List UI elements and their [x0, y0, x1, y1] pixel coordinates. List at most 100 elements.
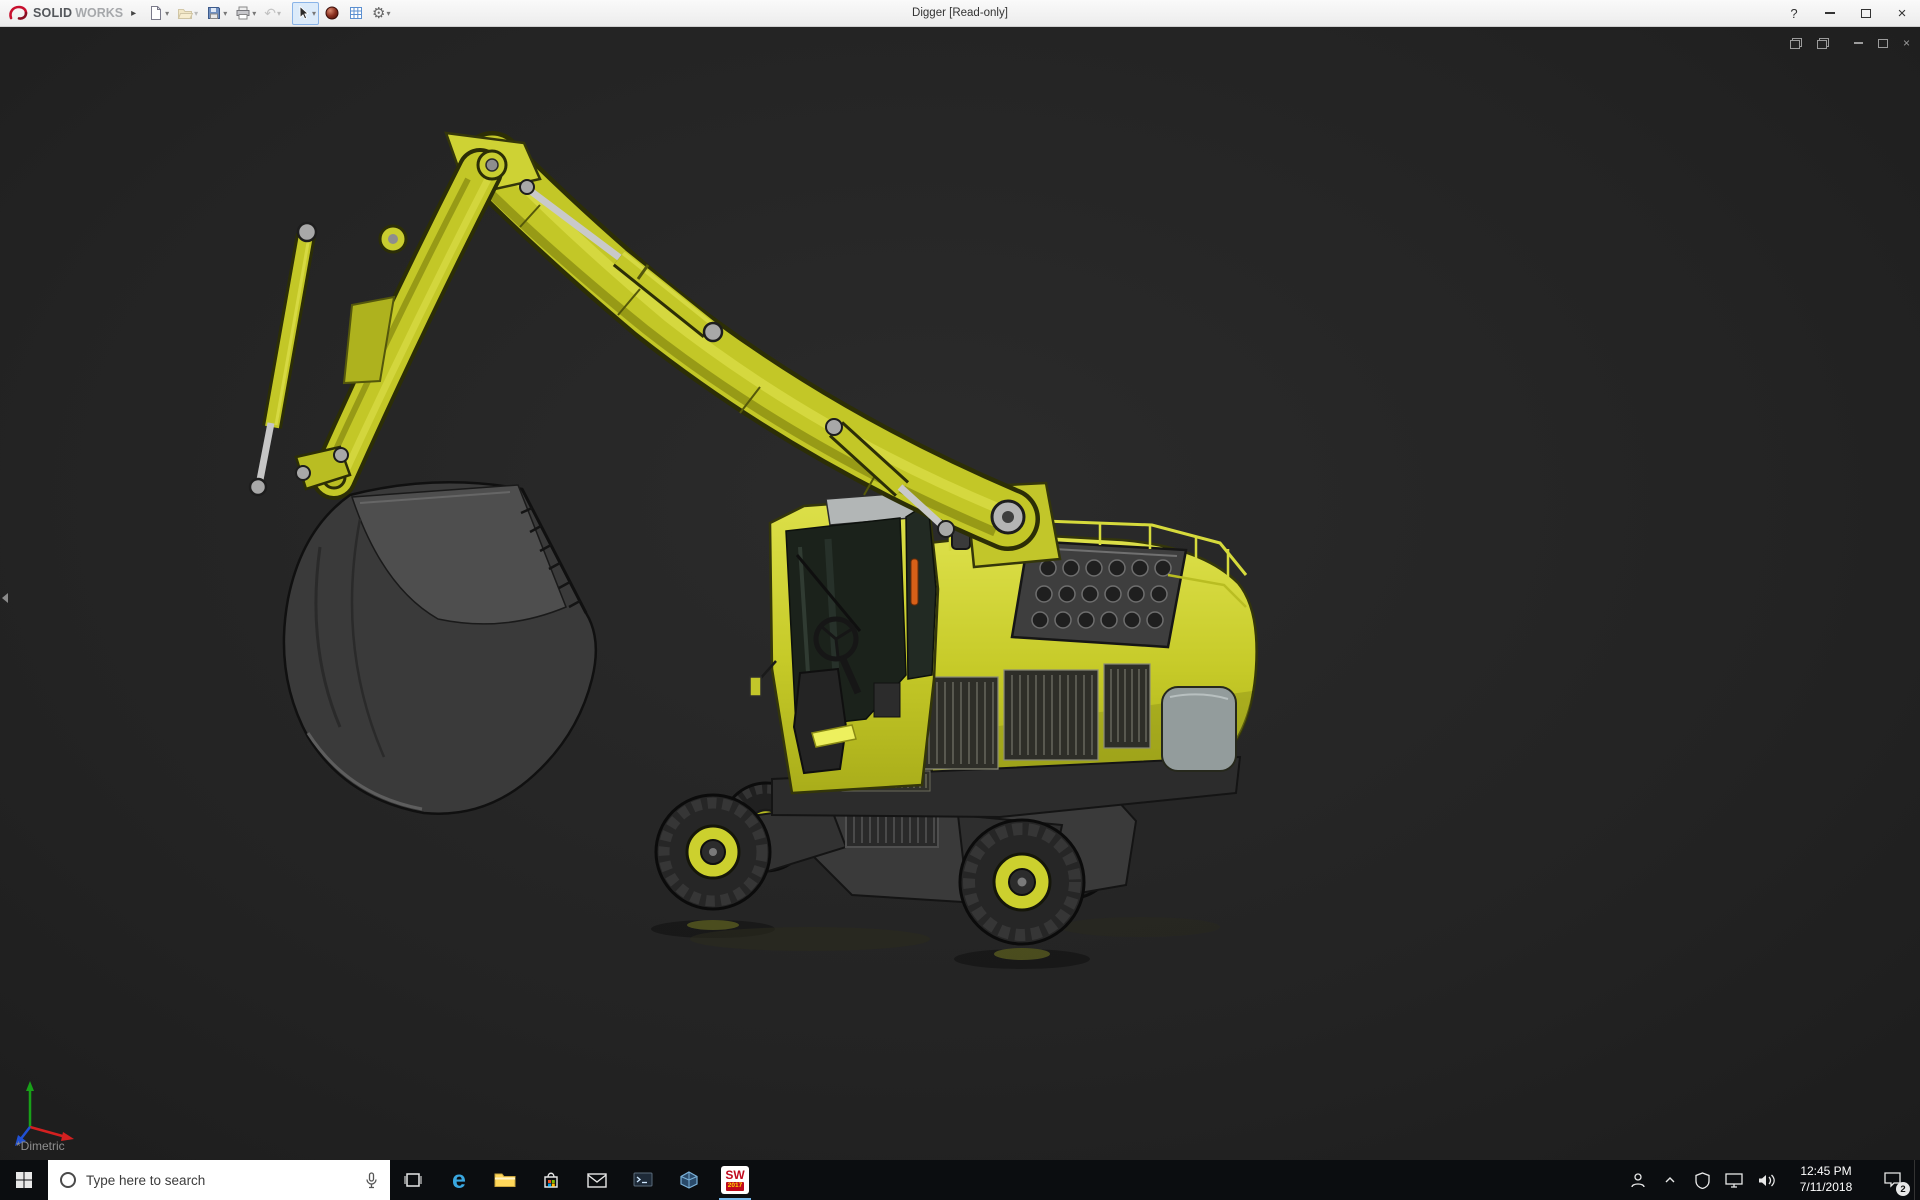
digger-cab[interactable] — [749, 491, 940, 795]
evaluate-table-button[interactable] — [345, 2, 367, 25]
task-view-button[interactable] — [390, 1160, 436, 1200]
chevron-down-icon[interactable]: ▾ — [194, 9, 198, 18]
chevron-down-icon[interactable]: ▾ — [165, 9, 169, 18]
start-button[interactable] — [0, 1160, 48, 1200]
select-tool-button[interactable]: ▾ — [291, 1, 319, 25]
store-icon — [544, 1172, 558, 1188]
taskbar-clock[interactable]: 12:45 PM 7/11/2018 — [1782, 1160, 1870, 1200]
document-window-controls: × — [1789, 36, 1910, 50]
open-folder-icon — [177, 9, 194, 19]
new-document-button[interactable]: ▾ — [145, 2, 172, 25]
network-icon — [1725, 1172, 1743, 1188]
people-button[interactable] — [1622, 1160, 1654, 1200]
console-icon — [633, 1172, 653, 1187]
gear-icon: ⚙ — [371, 4, 386, 22]
file-explorer-icon — [494, 1173, 516, 1187]
document-minimize-button[interactable] — [1853, 42, 1863, 44]
mail-icon — [587, 1172, 607, 1188]
system-tray: 12:45 PM 7/11/2018 2 — [1622, 1160, 1920, 1200]
maximize-button[interactable] — [1848, 0, 1884, 26]
help-button[interactable]: ? — [1776, 0, 1812, 26]
undo-button[interactable]: ↶ ▾ — [261, 2, 284, 25]
graphics-viewport[interactable]: × *Dimetric — [0, 27, 1920, 1160]
featuremanager-collapse-arrow[interactable] — [2, 593, 8, 603]
chevron-down-icon[interactable]: ▾ — [252, 9, 256, 18]
clock-time: 12:45 PM — [1800, 1164, 1852, 1179]
solidworks-icon-text: SW — [725, 1168, 745, 1183]
new-window-icon — [1816, 37, 1829, 49]
taskbar-app-console[interactable] — [620, 1160, 666, 1200]
document-close-button[interactable]: × — [1903, 36, 1910, 50]
view-orientation-label: *Dimetric — [16, 1139, 65, 1153]
solidworks-icon: SW 2017 — [721, 1166, 749, 1194]
maximize-icon — [1861, 8, 1871, 18]
defender-tray-button[interactable] — [1686, 1160, 1718, 1200]
ground-reflection — [651, 917, 1220, 969]
cube-icon — [680, 1171, 698, 1189]
solidworks-brand: SOLID WORKS — [0, 4, 127, 22]
windows-logo-icon — [16, 1172, 32, 1188]
minimize-icon — [1825, 12, 1835, 14]
document-restore-button[interactable] — [1789, 37, 1802, 49]
chevron-down-icon[interactable]: ▾ — [223, 9, 227, 18]
search-input[interactable] — [86, 1172, 355, 1188]
quick-toolbar: ▾ ▾ ▾ ▾ ↶ ▾ ▾ ⚙ ▾ — [143, 1, 393, 25]
maximize-icon — [1877, 38, 1888, 48]
document-new-window-button[interactable] — [1816, 37, 1829, 49]
hidden-icons-button[interactable] — [1654, 1160, 1686, 1200]
shield-icon — [1694, 1171, 1710, 1189]
chevron-down-icon[interactable]: ▾ — [312, 9, 316, 18]
new-document-icon — [151, 6, 162, 20]
microphone-icon[interactable] — [365, 1171, 378, 1189]
window-controls: ? × — [1776, 0, 1920, 26]
solidworks-icon-year: 2017 — [725, 1182, 745, 1191]
task-view-icon — [404, 1173, 422, 1187]
taskbar-app-mail[interactable] — [574, 1160, 620, 1200]
action-center-button[interactable]: 2 — [1870, 1160, 1914, 1200]
select-cursor-icon — [299, 5, 309, 20]
minimize-button[interactable] — [1812, 0, 1848, 26]
open-button[interactable]: ▾ — [174, 2, 201, 25]
taskbar-search[interactable] — [48, 1160, 390, 1200]
window-title: Digger [Read-only] — [912, 7, 1008, 19]
taskbar-app-file-explorer[interactable] — [482, 1160, 528, 1200]
chevron-down-icon[interactable]: ▾ — [277, 9, 281, 18]
search-icon — [60, 1172, 76, 1188]
people-icon — [1631, 1173, 1645, 1188]
print-icon — [236, 6, 250, 20]
chevron-up-icon — [1665, 1177, 1675, 1183]
titlebar: SOLID WORKS ▸ ▾ ▾ ▾ ▾ ↶ ▾ ▾ ⚙ ▾ Digger [… — [0, 0, 1920, 27]
chevron-down-icon[interactable]: ▾ — [386, 9, 390, 18]
edge-icon: e — [452, 1165, 466, 1194]
print-button[interactable]: ▾ — [232, 2, 259, 25]
taskbar-app-edge[interactable]: e — [436, 1160, 482, 1200]
brand-works: WORKS — [75, 6, 124, 20]
evaluate-table-icon — [349, 7, 362, 19]
network-tray-button[interactable] — [1718, 1160, 1750, 1200]
close-button[interactable]: × — [1884, 0, 1920, 26]
save-button[interactable]: ▾ — [203, 2, 230, 25]
appearance-sphere-icon — [325, 6, 339, 20]
clock-date: 7/11/2018 — [1799, 1180, 1853, 1194]
document-maximize-button[interactable] — [1877, 38, 1888, 48]
toolbar-expand-button[interactable]: ▸ — [127, 8, 143, 19]
save-floppy-icon — [208, 7, 221, 19]
ds-logo-icon — [9, 5, 28, 20]
brand-solid: SOLID — [33, 6, 73, 20]
undo-icon: ↶ — [264, 5, 276, 21]
taskbar-app-3d-viewer[interactable] — [666, 1160, 712, 1200]
volume-icon — [1759, 1174, 1775, 1186]
appearance-sphere-button[interactable] — [321, 2, 343, 25]
taskbar-app-store[interactable] — [528, 1160, 574, 1200]
digger-bucket[interactable] — [282, 481, 598, 815]
digger-model[interactable] — [0, 27, 1920, 1160]
taskbar-app-solidworks[interactable]: SW 2017 — [712, 1160, 758, 1200]
minimize-icon — [1853, 42, 1863, 44]
options-button[interactable]: ⚙ ▾ — [369, 2, 393, 25]
volume-tray-button[interactable] — [1750, 1160, 1782, 1200]
digger-stick[interactable] — [311, 148, 508, 500]
windows-taskbar: e — [0, 1160, 1920, 1200]
notification-badge: 2 — [1896, 1182, 1910, 1196]
restore-window-icon — [1789, 37, 1802, 49]
show-desktop-button[interactable] — [1914, 1160, 1920, 1200]
